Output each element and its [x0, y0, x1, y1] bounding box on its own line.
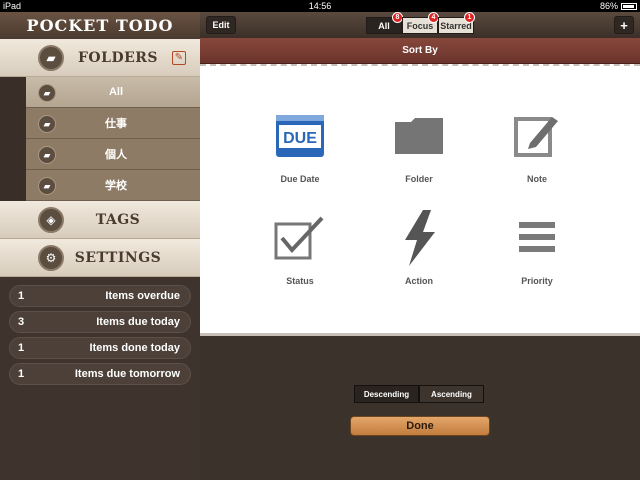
tab-focus[interactable]: Focus 4: [402, 12, 439, 34]
lightning-icon: [393, 210, 445, 266]
add-button[interactable]: +: [614, 16, 634, 34]
sort-label: Due Date: [280, 174, 320, 184]
descending-button[interactable]: Descending: [354, 385, 419, 403]
top-toolbar: Edit All 8 Focus 4 Starred 1 +: [200, 12, 640, 38]
folders-list: ▰ All ▰ 仕事 ▰ 個人 ▰ 学校: [26, 77, 200, 201]
sort-label: Folder: [405, 174, 433, 184]
stats-list: 1 Items overdue 3 Items due today 1 Item…: [0, 277, 200, 385]
sort-options-panel: DUE Due Date Folder Note Status Action P…: [200, 64, 640, 336]
due-date-icon: DUE: [274, 110, 326, 162]
app-title: POCKET TODO: [0, 12, 200, 39]
sort-priority[interactable]: Priority: [482, 212, 592, 286]
sort-action[interactable]: Action: [364, 210, 474, 286]
folder-item[interactable]: ▰ 学校: [26, 170, 200, 201]
edit-folders-icon[interactable]: ✎: [172, 51, 186, 65]
sort-order-toggle: Descending Ascending: [354, 385, 484, 403]
done-button[interactable]: Done: [350, 416, 490, 436]
sort-label: Note: [527, 174, 547, 184]
stat-done-today[interactable]: 1 Items done today: [9, 337, 191, 359]
folder-name: 個人: [105, 149, 127, 161]
tab-label: All: [378, 20, 390, 31]
settings-header[interactable]: ⚙ SETTINGS: [0, 239, 200, 277]
clock: 14:56: [308, 1, 332, 11]
stat-count: 1: [18, 290, 25, 302]
stat-due-today[interactable]: 3 Items due today: [9, 311, 191, 333]
stat-overdue[interactable]: 1 Items overdue: [9, 285, 191, 307]
folders-container: ▰ All ▰ 仕事 ▰ 個人 ▰ 学校: [0, 77, 200, 201]
folder-icon: ▰: [38, 115, 56, 133]
tab-all[interactable]: All 8: [366, 12, 403, 34]
sidebar: POCKET TODO ▰ FOLDERS ✎ ▰ All ▰ 仕事 ▰ 個人 …: [0, 12, 200, 480]
filter-tabs: All 8 Focus 4 Starred 1: [366, 12, 475, 34]
tags-header[interactable]: ◈ TAGS: [0, 201, 200, 239]
status-right: 86%: [600, 1, 637, 11]
folders-header[interactable]: ▰ FOLDERS ✎: [0, 39, 200, 77]
sort-folder[interactable]: Folder: [364, 110, 474, 184]
tab-label: Focus: [406, 20, 434, 31]
folder-icon: [393, 110, 445, 162]
folder-item[interactable]: ▰ 仕事: [26, 108, 200, 139]
folder-item[interactable]: ▰ 個人: [26, 139, 200, 170]
folder-name: 学校: [105, 180, 127, 192]
stat-text: Items done today: [89, 342, 180, 354]
sort-label: Priority: [521, 276, 553, 286]
folder-icon: ▰: [38, 146, 56, 164]
battery-icon: [621, 2, 637, 10]
folder-icon: ▰: [38, 84, 56, 102]
stat-count: 1: [18, 342, 25, 354]
due-text: DUE: [283, 130, 317, 147]
stat-text: Items due tomorrow: [74, 368, 180, 380]
battery-percent: 86%: [599, 1, 618, 11]
sort-due-date[interactable]: DUE Due Date: [245, 110, 355, 184]
stat-count: 1: [18, 368, 25, 380]
sort-note[interactable]: Note: [482, 110, 592, 184]
status-bar: iPad 14:56 86%: [0, 0, 640, 12]
status-checkbox-icon: [274, 212, 326, 264]
stat-text: Items overdue: [105, 290, 180, 302]
note-icon: [511, 110, 563, 162]
stat-text: Items due today: [96, 316, 180, 328]
stat-count: 3: [18, 316, 25, 328]
ascending-button[interactable]: Ascending: [419, 385, 484, 403]
folder-name: All: [108, 86, 124, 98]
folder-name: 仕事: [105, 118, 127, 130]
folder-icon: ▰: [38, 177, 56, 195]
sort-label: Status: [286, 276, 314, 286]
folders-strip: [0, 77, 26, 201]
edit-button[interactable]: Edit: [206, 16, 236, 34]
stat-due-tomorrow[interactable]: 1 Items due tomorrow: [9, 363, 191, 385]
tab-starred[interactable]: Starred 1: [438, 12, 475, 34]
main-panel: Edit All 8 Focus 4 Starred 1 + Sort By D…: [200, 12, 640, 480]
folder-item-all[interactable]: ▰ All: [26, 77, 200, 108]
sort-label: Action: [405, 276, 433, 286]
sort-by-title: Sort By: [200, 38, 640, 64]
sort-status[interactable]: Status: [245, 212, 355, 286]
count-badge: 1: [464, 12, 475, 23]
priority-bars-icon: [511, 212, 563, 264]
